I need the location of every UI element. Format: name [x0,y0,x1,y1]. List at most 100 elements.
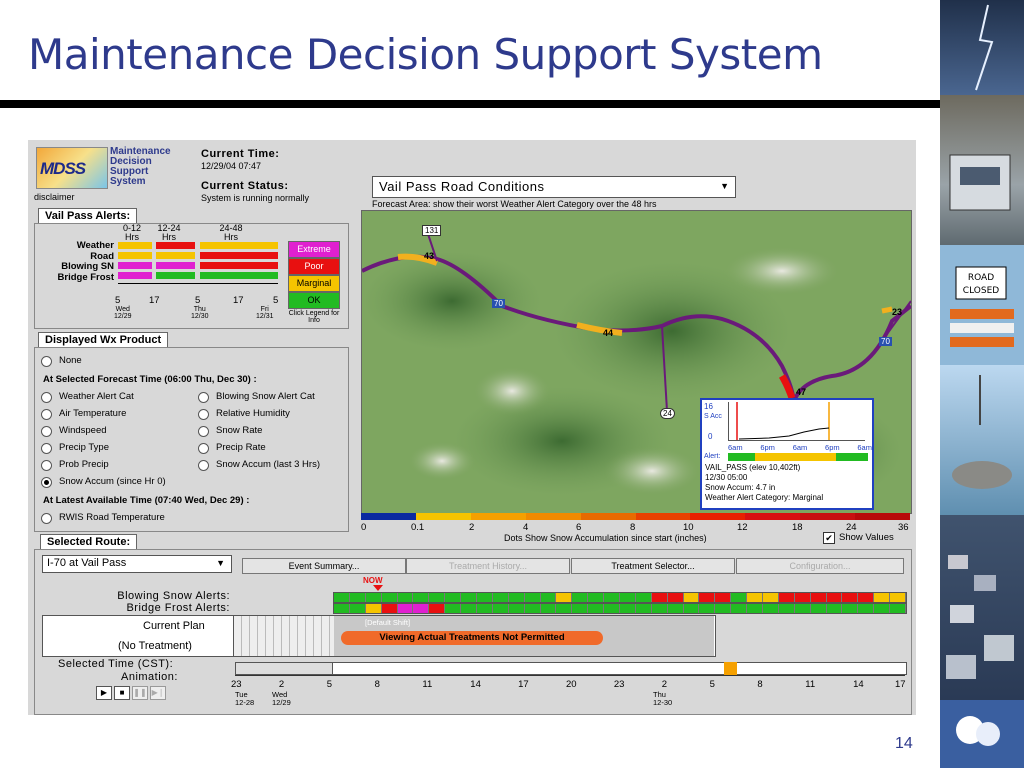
popup-y-top: 16 [704,402,713,411]
route-marker[interactable]: 43 [424,251,434,261]
radio-weather-alert-cat[interactable] [41,392,52,403]
tab-displayed-wx-product[interactable]: Displayed Wx Product [38,332,169,347]
blowing-snow-alert-cell [477,593,493,602]
snow-scale-caption: Dots Show Snow Accumulation since start … [504,533,707,543]
step-forward-icon[interactable]: ▶❘ [150,686,166,700]
time-axis-tick: 2 [278,679,285,690]
disclaimer-link[interactable]: disclaimer [34,192,75,202]
legend-poor[interactable]: Poor [288,258,340,275]
blowing-snow-alert-cell [604,593,620,602]
time-axis-tick: 20 [566,679,577,690]
bridge-frost-alert-cell [699,604,716,613]
scale-tick: 36 [898,522,909,533]
bridge-frost-timeline[interactable] [333,603,907,614]
route-dropdown[interactable]: I-70 at Vail Pass ▼ [42,555,232,573]
radio-snow-rate[interactable] [198,426,209,437]
legend-extreme[interactable]: Extreme [288,241,340,258]
tab-selected-route[interactable]: Selected Route: [40,534,138,549]
alert-bar [156,242,195,249]
stop-icon[interactable]: ■ [114,686,130,700]
show-values-checkbox[interactable]: ✔ [823,532,835,544]
map-product-dropdown[interactable]: Vail Pass Road Conditions ▼ [372,176,736,198]
radio-rwis-road-temperature[interactable] [41,513,52,524]
configuration-button[interactable]: Configuration... [736,558,904,574]
bridge-frost-alert-cell [588,604,605,613]
blowing-snow-alert-cell [349,593,366,602]
play-icon[interactable]: ▶ [96,686,112,700]
blowing-snow-alert-cell [397,593,414,602]
selected-time-header: At Selected Forecast Time (06:00 Thu, De… [43,374,257,385]
treatment-plan-box: Current Plan (No Treatment) [Default Shi… [42,615,716,657]
treatment-history-button[interactable]: Treatment History... [406,558,570,574]
slide-title: Maintenance Decision Support System [28,30,823,79]
pause-icon[interactable]: ❚❚ [132,686,148,700]
alerts-axis-tick: 5 [273,295,279,306]
time-axis-day: Thu 12-30 [653,691,672,707]
radio-windspeed[interactable] [41,426,52,437]
route-marker[interactable]: 47 [796,387,806,397]
popup-x-tick: 6am [857,443,872,452]
legend-ok[interactable]: OK [288,292,340,309]
blowing-snow-alert-cell [492,593,509,602]
decorative-photo-strip: ROAD CLOSED [940,0,1024,768]
blowing-snow-alert-cell [858,593,875,602]
alert-bar [118,252,152,259]
popup-alert-bar [728,453,868,461]
time-axis-tick: 5 [326,679,332,690]
radio-snow-accum-3hrs[interactable] [198,460,209,471]
blowing-snow-alert-cell [334,593,350,602]
event-summary-button[interactable]: Event Summary... [242,558,406,574]
radio-snow-accum-since-hr0[interactable] [41,477,52,488]
route-marker[interactable]: 23 [892,307,902,317]
weather-icons-photo [940,700,1024,768]
radio-label: RWIS Road Temperature [59,512,165,523]
legend-marginal[interactable]: Marginal [288,275,340,292]
blowing-snow-alert-cell [651,593,668,602]
lightning-photo [940,0,1024,95]
now-marker: NOW [363,576,383,585]
radio-blowing-snow-alert-cat[interactable] [198,392,209,403]
time-axis-tick: 11 [422,679,433,690]
blowing-snow-alert-cell [445,593,462,602]
scale-tick: 6 [576,522,582,533]
no-treatment-label: (No Treatment) [118,640,192,652]
radio-relative-humidity[interactable] [198,409,209,420]
scale-tick: 10 [683,522,694,533]
radio-none[interactable] [41,356,52,367]
bridge-frost-alert-cell [461,604,477,613]
route-marker[interactable]: 24 [660,408,675,419]
radio-label: Air Temperature [59,408,127,419]
radio-air-temperature[interactable] [41,409,52,420]
bridge-frost-alert-cell [492,604,509,613]
blowing-snow-timeline[interactable] [333,592,907,603]
sensor-photo [940,365,1024,515]
time-axis-tick: 17 [895,679,906,690]
route-marker[interactable]: 44 [603,328,613,338]
blowing-snow-alert-cell [683,593,700,602]
blowing-snow-alert-cell [429,593,446,602]
radio-label: Weather Alert Cat [59,391,134,402]
popup-chart [728,402,865,441]
popup-details: VAIL_PASS (elev 10,402ft) 12/30 05:00 Sn… [705,463,823,503]
blowing-snow-alert-cell [508,593,525,602]
mdss-logo-text: MDSS [40,159,86,178]
radio-label: Precip Rate [216,442,266,453]
time-slider-handle[interactable] [724,662,737,675]
route-marker[interactable]: 131 [422,225,442,236]
radio-precip-type[interactable] [41,443,52,454]
radio-prob-precip[interactable] [41,460,52,471]
default-shift-label: [Default Shift] [365,618,411,627]
time-axis-tick: 2 [661,679,667,690]
treatment-selector-button[interactable]: Treatment Selector... [571,558,735,574]
radio-precip-rate[interactable] [198,443,209,454]
alert-bar [200,272,278,279]
svg-text:CLOSED: CLOSED [963,286,999,296]
bridge-frost-alerts-label: Bridge Frost Alerts: [126,602,230,614]
bridge-frost-alert-cell [651,604,668,613]
bridge-frost-alert-cell [604,604,620,613]
time-slider[interactable] [235,662,907,675]
blowing-snow-alert-cell [699,593,716,602]
bridge-frost-alert-cell [572,604,589,613]
tab-vail-pass-alerts[interactable]: Vail Pass Alerts: [38,208,138,223]
truck-photo [940,95,1024,245]
